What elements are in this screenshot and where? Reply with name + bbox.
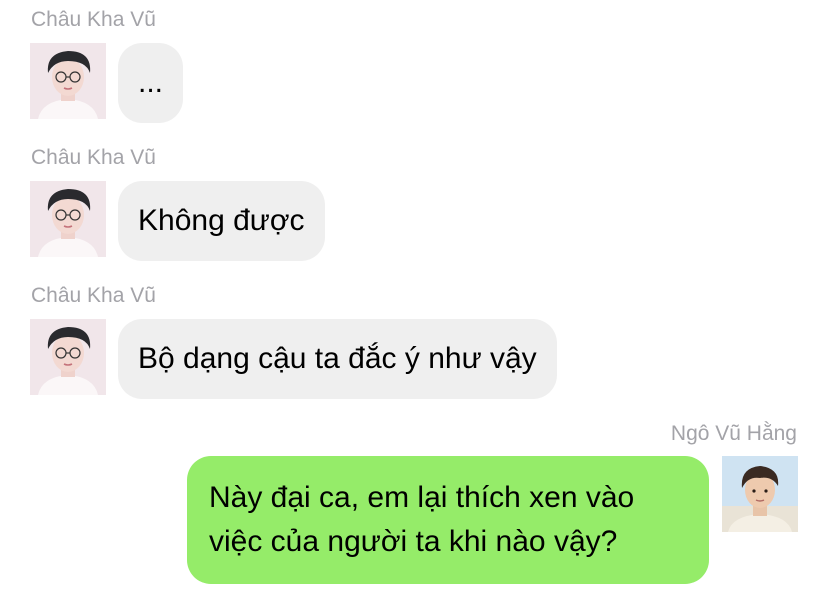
message-bubble[interactable]: Bộ dạng cậu ta đắc ý như vậy	[118, 319, 557, 399]
message-bubble[interactable]: Này đại ca, em lại thích xen vào việc củ…	[187, 456, 709, 584]
sender-name: Ngô Vũ Hằng	[670, 422, 797, 445]
sender-name: Châu Kha Vũ	[31, 284, 156, 307]
avatar-photo-icon	[30, 43, 106, 119]
sender-name: Châu Kha Vũ	[31, 8, 156, 31]
message-bubble[interactable]: Không được	[118, 181, 325, 261]
message-text: Không được	[138, 204, 305, 237]
sender-name: Châu Kha Vũ	[31, 146, 156, 169]
avatar[interactable]	[722, 456, 798, 532]
avatar-photo-icon	[722, 456, 798, 532]
message-bubble[interactable]: ...	[118, 43, 184, 123]
avatar-photo-icon	[30, 181, 106, 257]
avatar[interactable]	[30, 319, 106, 395]
message-text: ...	[138, 66, 164, 99]
avatar-photo-icon	[30, 319, 106, 395]
message-text: Bộ dạng cậu ta đắc ý như vậy	[138, 342, 537, 375]
avatar[interactable]	[30, 43, 106, 119]
message-text: Này đại ca, em lại thích xen vào việc củ…	[209, 481, 635, 558]
avatar[interactable]	[30, 181, 106, 257]
